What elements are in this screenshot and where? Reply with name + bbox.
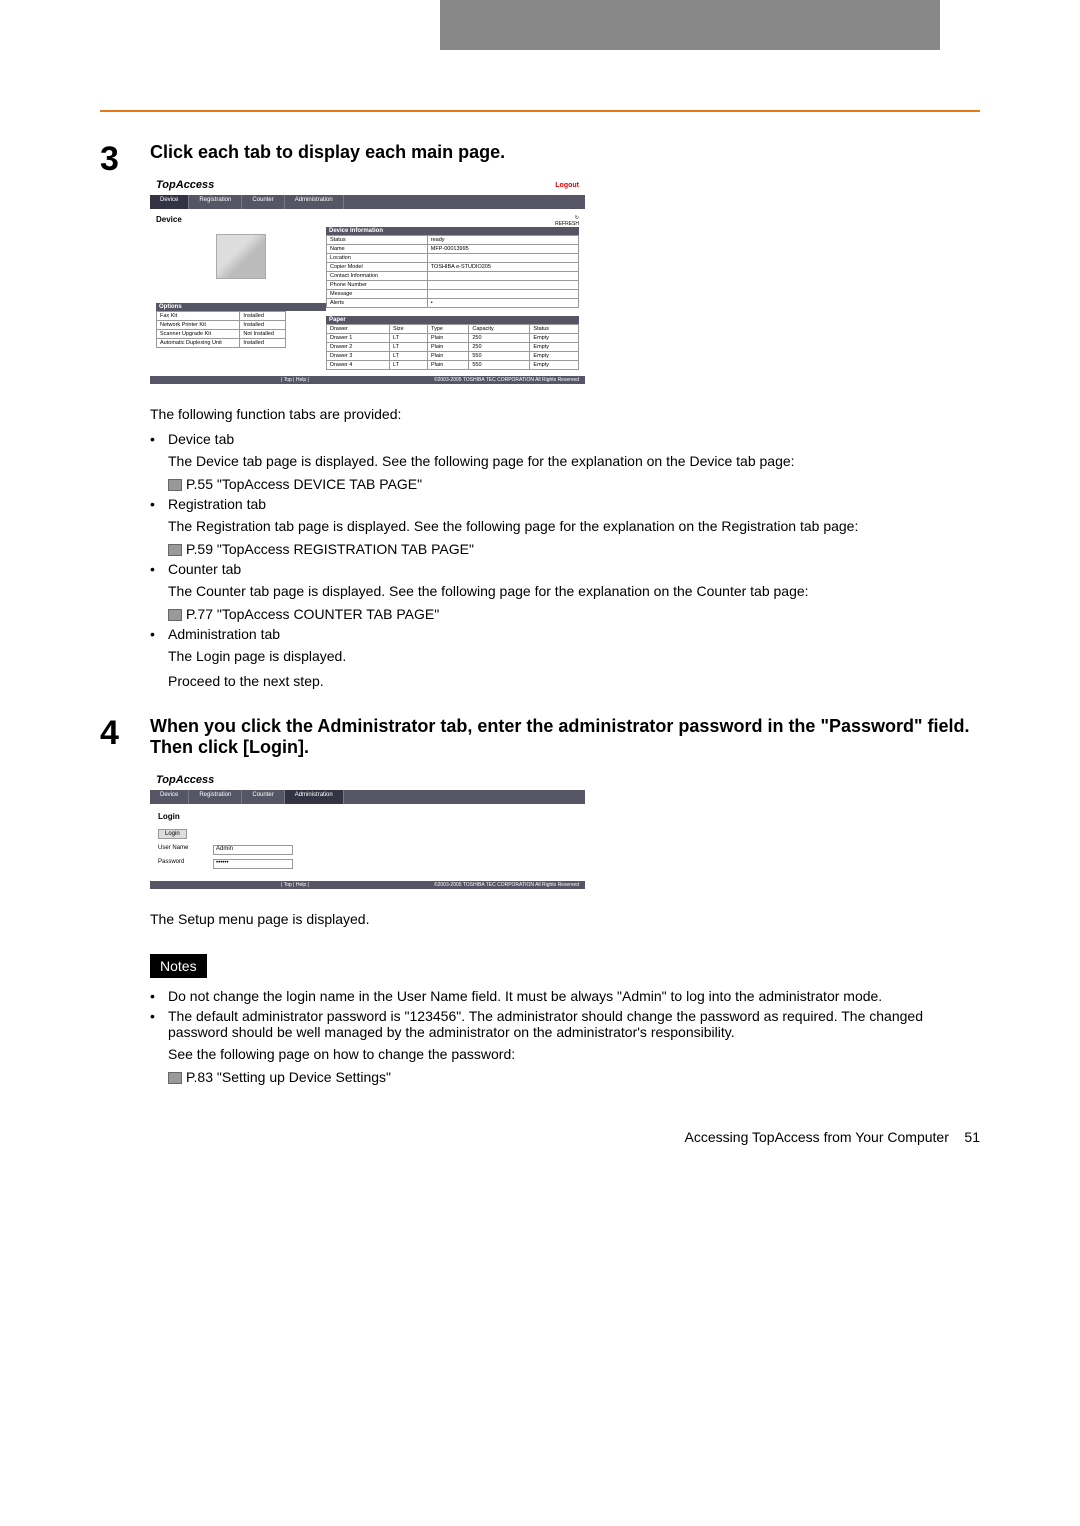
step-number: 4 bbox=[100, 716, 150, 1089]
screenshot-device-page: TopAccess Logout Device Registration Cou… bbox=[150, 175, 585, 384]
step-4: 4 When you click the Administrator tab, … bbox=[100, 716, 980, 1089]
note-item: • Do not change the login name in the Us… bbox=[150, 988, 980, 1004]
device-page-title: Device bbox=[156, 215, 182, 224]
footer-copyright: ©2003-2005 TOSHIBA TEC CORPORATION All R… bbox=[434, 882, 579, 888]
step-3-intro: The following function tabs are provided… bbox=[150, 404, 980, 425]
printer-image bbox=[216, 234, 266, 279]
footer-links[interactable]: | Top | Help | bbox=[281, 377, 309, 383]
screenshot-login-page: TopAccess Device Registration Counter Ad… bbox=[150, 770, 585, 889]
top-gray-bar bbox=[440, 0, 940, 50]
tab-device[interactable]: Device bbox=[150, 790, 189, 804]
password-label: Password bbox=[158, 859, 213, 869]
options-table: Fax KitInstalled Network Printer KitInst… bbox=[156, 311, 286, 348]
book-icon bbox=[168, 479, 182, 491]
topaccess-logo: TopAccess bbox=[156, 774, 214, 786]
tab-device[interactable]: Device bbox=[150, 195, 189, 209]
footer-copyright: ©2003-2005 TOSHIBA TEC CORPORATION All R… bbox=[434, 377, 579, 383]
step-3-title: Click each tab to display each main page… bbox=[150, 142, 980, 163]
username-label: User Name bbox=[158, 845, 213, 855]
tab-counter[interactable]: Counter bbox=[242, 195, 284, 209]
footer-links[interactable]: | Top | Help | bbox=[281, 882, 309, 888]
book-icon bbox=[168, 1072, 182, 1084]
device-info-table: Statusready NameMFP-00013995 Location Co… bbox=[326, 235, 579, 308]
tab-bar: Device Registration Counter Administrati… bbox=[150, 195, 585, 209]
tab-bar: Device Registration Counter Administrati… bbox=[150, 790, 585, 804]
options-header: Options bbox=[156, 303, 326, 311]
page-footer: Accessing TopAccess from Your Computer 5… bbox=[100, 1129, 980, 1145]
step-4-after: The Setup menu page is displayed. bbox=[150, 909, 980, 930]
username-input[interactable]: Admin bbox=[213, 845, 293, 855]
notes-header: Notes bbox=[150, 954, 207, 978]
paper-header: Paper bbox=[326, 316, 579, 324]
section-divider bbox=[100, 110, 980, 112]
paper-table: Drawer Size Type Capacity Status Drawer … bbox=[326, 324, 579, 370]
login-title: Login bbox=[158, 812, 577, 821]
book-icon bbox=[168, 609, 182, 621]
login-button[interactable]: Login bbox=[158, 829, 187, 839]
refresh-link[interactable]: ↻REFRESH bbox=[326, 215, 579, 227]
tab-registration[interactable]: Registration bbox=[189, 790, 242, 804]
bullet-device-tab: • Device tab bbox=[150, 431, 980, 447]
book-icon bbox=[168, 544, 182, 556]
bullet-administration-tab: • Administration tab bbox=[150, 626, 980, 642]
step-3: 3 Click each tab to display each main pa… bbox=[100, 142, 980, 696]
bullet-registration-tab: • Registration tab bbox=[150, 496, 980, 512]
tab-administration[interactable]: Administration bbox=[285, 790, 344, 804]
step-number: 3 bbox=[100, 142, 150, 696]
tab-administration[interactable]: Administration bbox=[285, 195, 344, 209]
step-4-title: When you click the Administrator tab, en… bbox=[150, 716, 980, 758]
bullet-counter-tab: • Counter tab bbox=[150, 561, 980, 577]
tab-registration[interactable]: Registration bbox=[189, 195, 242, 209]
tab-counter[interactable]: Counter bbox=[242, 790, 284, 804]
device-info-header: Device Information bbox=[326, 227, 579, 235]
logout-link[interactable]: Logout bbox=[555, 182, 579, 189]
topaccess-logo: TopAccess bbox=[156, 179, 214, 191]
password-input[interactable]: •••••• bbox=[213, 859, 293, 869]
note-item: • The default administrator password is … bbox=[150, 1008, 980, 1040]
